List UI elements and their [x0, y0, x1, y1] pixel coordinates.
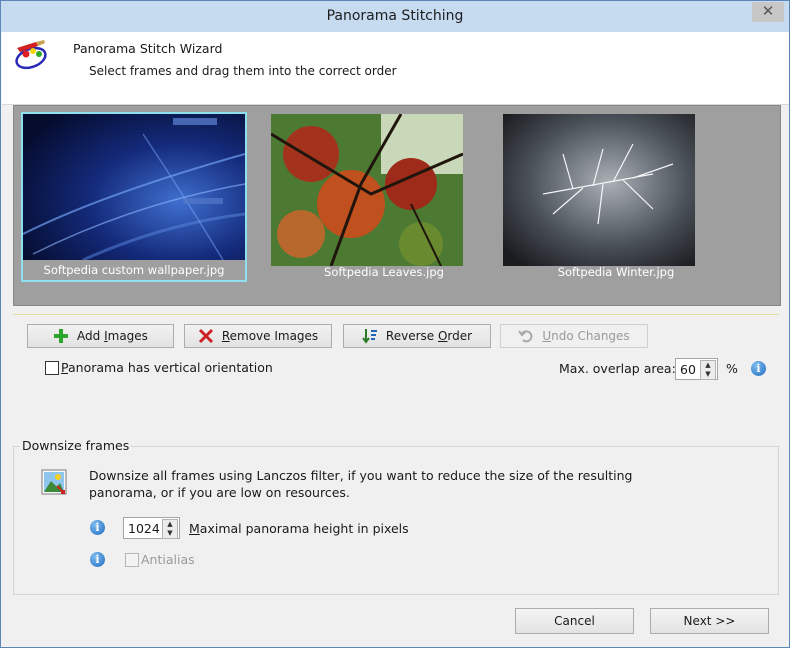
- vertical-orientation-checkbox[interactable]: [45, 361, 59, 375]
- frame-caption: Softpedia Winter.jpg: [557, 265, 675, 279]
- frame-thumbnail[interactable]: Softpedia custom wallpaper.jpg: [21, 112, 247, 282]
- frame-caption: Softpedia custom wallpaper.jpg: [43, 263, 225, 277]
- plus-icon: [54, 329, 69, 343]
- panorama-stitching-window: Panorama Stitching ✕ Panorama Stitch Wiz…: [0, 0, 790, 648]
- add-images-label: Add Images: [77, 329, 148, 343]
- overlap-label: Max. overlap area:: [559, 361, 676, 376]
- info-icon[interactable]: i: [751, 361, 766, 376]
- info-icon[interactable]: i: [90, 552, 105, 567]
- window-title: Panorama Stitching: [326, 8, 464, 24]
- frames-strip[interactable]: Softpedia custom wallpaper.jpg Softpedia: [13, 105, 781, 306]
- next-button[interactable]: Next >>: [650, 608, 769, 634]
- undo-changes-label: Undo Changes: [542, 329, 630, 343]
- wizard-title: Panorama Stitch Wizard: [73, 41, 223, 56]
- palette-brush-icon: [14, 40, 50, 75]
- frame-thumbnail[interactable]: Softpedia Winter.jpg: [503, 112, 729, 282]
- vertical-orientation-label[interactable]: Panorama has vertical orientation: [61, 360, 273, 375]
- frame-thumbnail[interactable]: Softpedia Leaves.jpg: [271, 112, 497, 282]
- title-bar[interactable]: Panorama Stitching ✕: [1, 1, 789, 32]
- resize-image-icon: [41, 469, 67, 498]
- antialias-checkbox[interactable]: [125, 553, 139, 567]
- spin-up-icon[interactable]: ▲: [701, 361, 715, 370]
- spinner-arrows[interactable]: ▲ ▼: [700, 360, 716, 380]
- spin-down-icon[interactable]: ▼: [163, 529, 177, 538]
- frame-image-leaves: [271, 114, 463, 266]
- downsize-group-title: Downsize frames: [20, 438, 132, 453]
- antialias-label[interactable]: Antialias: [141, 552, 195, 567]
- undo-icon: [518, 330, 533, 343]
- remove-images-label: Remove Images: [221, 329, 319, 343]
- wizard-subtitle: Select frames and drag them into the cor…: [89, 64, 397, 78]
- reverse-order-button[interactable]: Reverse Order: [343, 324, 491, 348]
- overlap-unit: %: [726, 361, 738, 376]
- cancel-button[interactable]: Cancel: [515, 608, 634, 634]
- undo-changes-button[interactable]: Undo Changes: [500, 324, 648, 348]
- add-images-button[interactable]: Add Images: [27, 324, 174, 348]
- height-value[interactable]: 1024: [128, 521, 160, 536]
- height-spinner[interactable]: 1024 ▲ ▼: [123, 517, 180, 539]
- wizard-header: Panorama Stitch Wizard Select frames and…: [2, 32, 789, 105]
- info-icon[interactable]: i: [90, 520, 105, 535]
- close-button[interactable]: ✕: [752, 2, 784, 22]
- reverse-order-label: Reverse Order: [385, 329, 473, 343]
- frame-caption: Softpedia Leaves.jpg: [324, 265, 444, 279]
- overlap-value[interactable]: 60: [680, 362, 696, 377]
- downsize-description-line1: Downsize all frames using Lanczos filter…: [89, 468, 633, 483]
- spinner-arrows[interactable]: ▲ ▼: [162, 519, 178, 539]
- spin-down-icon[interactable]: ▼: [701, 370, 715, 379]
- overlap-spinner[interactable]: 60 ▲ ▼: [675, 358, 718, 380]
- red-x-icon: [198, 328, 213, 344]
- downsize-description-line2: panorama, or if you are low on resources…: [89, 485, 350, 500]
- reverse-order-icon: [362, 329, 377, 344]
- frame-image-winter: [503, 114, 695, 266]
- spin-up-icon[interactable]: ▲: [163, 520, 177, 529]
- remove-images-button[interactable]: Remove Images: [184, 324, 332, 348]
- height-label: Maximal panorama height in pixels: [189, 521, 409, 536]
- divider: [13, 314, 779, 315]
- frame-image-wallpaper: [23, 114, 245, 260]
